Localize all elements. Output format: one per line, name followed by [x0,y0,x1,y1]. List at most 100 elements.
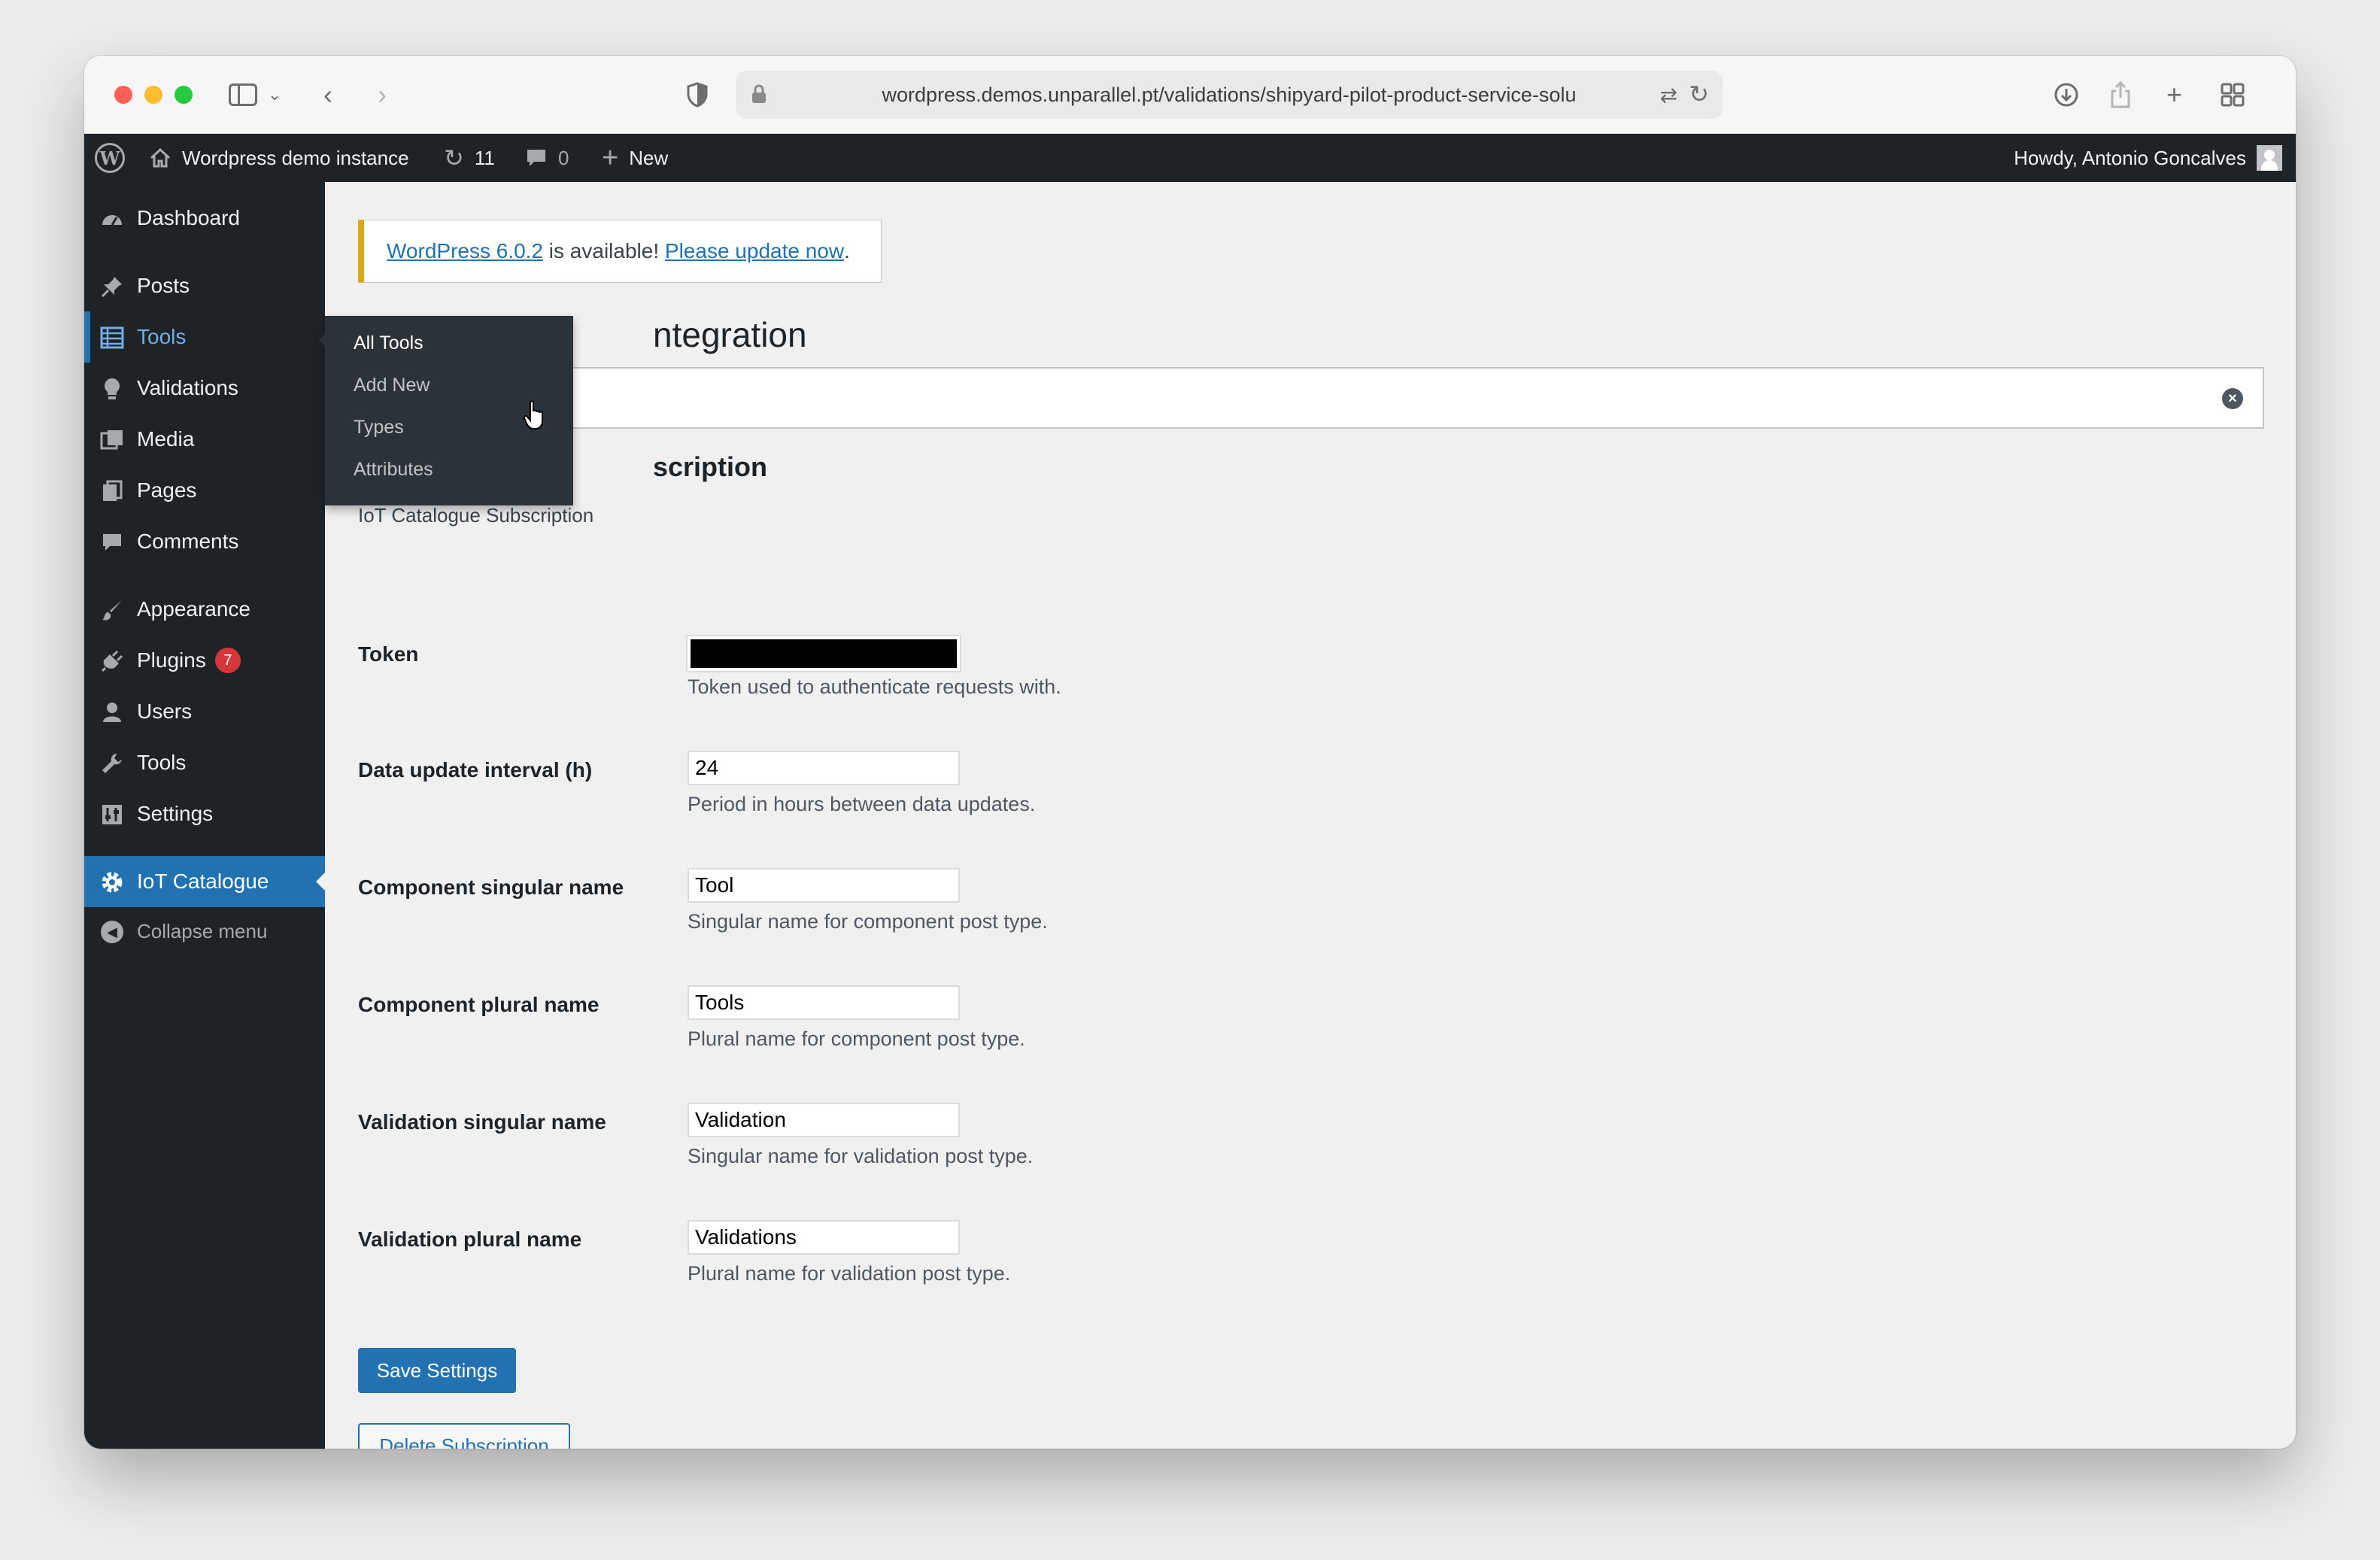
submenu-item-add-new[interactable]: Add New [354,375,430,396]
site-name-link[interactable]: Wordpress demo instance [149,134,409,182]
lock-icon [752,84,766,103]
menu-label: Tools [137,325,187,348]
brush-icon [99,597,125,623]
clear-icon[interactable]: × [2222,388,2243,409]
minimize-window-button[interactable] [144,86,162,104]
menu-item-appearance[interactable]: Appearance [84,584,325,635]
component-plural-field[interactable] [688,985,960,1020]
menu-item-users[interactable]: Users [84,686,325,737]
menu-item-pages[interactable]: Pages [84,465,325,516]
section-heading: scription [653,451,768,482]
submenu-item-attributes[interactable]: Attributes [354,459,433,481]
download-icon[interactable] [2054,75,2079,114]
menu-item-comments[interactable]: Comments [84,516,325,567]
zoom-window-button[interactable] [175,86,193,104]
page-title: ntegration [653,315,807,354]
dashboard-icon [99,206,125,232]
comment-icon [99,530,125,555]
browser-window: ⌄ ‹ › wordpress.demos.unparallel.pt/vali… [84,56,2296,1449]
new-label: New [629,146,669,169]
interval-field[interactable] [688,751,960,785]
pin-icon [99,274,125,299]
validation-singular-help: Singular name for validation post type. [688,1145,1034,1167]
wordpress-version-link[interactable]: WordPress 6.0.2 [387,239,543,263]
menu-item-plugins[interactable]: Plugins 7 [84,635,325,686]
user-icon [99,700,125,725]
greeting-text: Howdy, Antonio Goncalves [2014,146,2246,169]
menu-label: Validations [137,376,238,399]
interval-help: Period in hours between data updates. [688,793,1036,815]
menu-item-posts[interactable]: Posts [84,260,325,311]
section-description: IoT Catalogue Subscription [358,504,594,527]
menu-item-settings[interactable]: Settings [84,788,325,839]
update-notice: WordPress 6.0.2 is available! Please upd… [358,220,882,283]
validation-plural-help: Plural name for validation post type. [688,1262,1011,1285]
component-singular-help: Singular name for component post type. [688,910,1048,933]
page-icon [99,478,125,504]
close-window-button[interactable] [114,86,132,104]
validation-plural-field[interactable] [688,1220,960,1255]
updates-count: 11 [474,146,495,169]
wp-admin-bar: W Wordpress demo instance ↻ 11 0 + New H… [84,134,2296,182]
reload-icon[interactable]: ↻ [1689,80,1709,108]
menu-item-media[interactable]: Media [84,414,325,465]
gear-icon [99,870,125,895]
notice-text: is available! [543,239,665,263]
share-icon[interactable] [2109,75,2132,114]
sidebar-toggle-icon[interactable] [229,75,257,114]
validation-singular-field[interactable] [688,1103,960,1137]
menu-item-iot-catalogue[interactable]: IoT Catalogue [84,856,325,907]
save-settings-button[interactable]: Save Settings [358,1348,516,1393]
menu-label: Appearance [137,597,251,621]
collapse-icon: ◀ [99,919,125,945]
submenu-item-types[interactable]: Types [354,417,404,439]
media-icon [99,427,125,453]
comments-count: 0 [558,146,569,169]
my-account-link[interactable]: Howdy, Antonio Goncalves [2014,134,2282,182]
search-input[interactable]: × [358,367,2264,429]
hand-cursor-icon [524,400,543,429]
new-tab-icon[interactable]: + [2166,75,2182,114]
menu-label: Settings [137,802,214,825]
chevron-down-icon[interactable]: ⌄ [268,75,281,114]
submenu-item-all-tools[interactable]: All Tools [354,332,423,354]
collapse-menu-button[interactable]: ◀ Collapse menu [84,906,325,957]
main-content: WordPress 6.0.2 is available! Please upd… [325,182,2296,1449]
token-label: Token [358,642,419,666]
browser-toolbar: ⌄ ‹ › wordpress.demos.unparallel.pt/vali… [84,56,2296,134]
component-singular-label: Component singular name [358,876,624,899]
menu-label: Users [137,700,193,723]
url-text: wordpress.demos.unparallel.pt/validation… [882,83,1577,106]
validation-singular-label: Validation singular name [358,1110,606,1134]
back-icon[interactable]: ‹ [323,75,332,114]
notice-end: . [844,239,850,263]
menu-item-validations[interactable]: Validations [84,363,325,414]
token-field[interactable] [686,635,961,672]
wordpress-logo-icon[interactable]: W [95,134,125,182]
delete-subscription-button[interactable]: Delete Subscription [358,1423,570,1449]
tab-overview-icon[interactable] [2221,75,2245,114]
menu-item-tools-cpt[interactable]: Tools [84,311,325,363]
menu-label: Posts [137,274,190,297]
plugins-update-badge: 7 [214,648,241,673]
forward-icon[interactable]: › [378,75,387,114]
menu-item-tools[interactable]: Tools [84,737,325,788]
privacy-shield-icon[interactable] [686,75,709,114]
updates-link[interactable]: ↻ 11 [444,134,495,182]
collapse-label: Collapse menu [137,919,268,942]
menu-label: Tools [137,751,187,774]
refresh-icon: ↻ [444,144,464,171]
comment-bubble-icon [527,150,545,166]
admin-menu: Dashboard Posts Tools Validations Media [84,182,325,1449]
list-icon [99,325,125,351]
menu-label: Pages [137,478,197,502]
site-name-label: Wordpress demo instance [182,146,409,169]
new-content-link[interactable]: + New [602,134,668,182]
address-bar[interactable]: wordpress.demos.unparallel.pt/validation… [736,71,1723,119]
translate-icon[interactable]: ⇄ [1660,83,1677,108]
component-singular-field[interactable] [688,868,960,903]
avatar [2257,145,2282,171]
comments-link[interactable]: 0 [525,134,569,182]
menu-item-dashboard[interactable]: Dashboard [84,193,325,244]
update-now-link[interactable]: Please update now [665,239,844,263]
